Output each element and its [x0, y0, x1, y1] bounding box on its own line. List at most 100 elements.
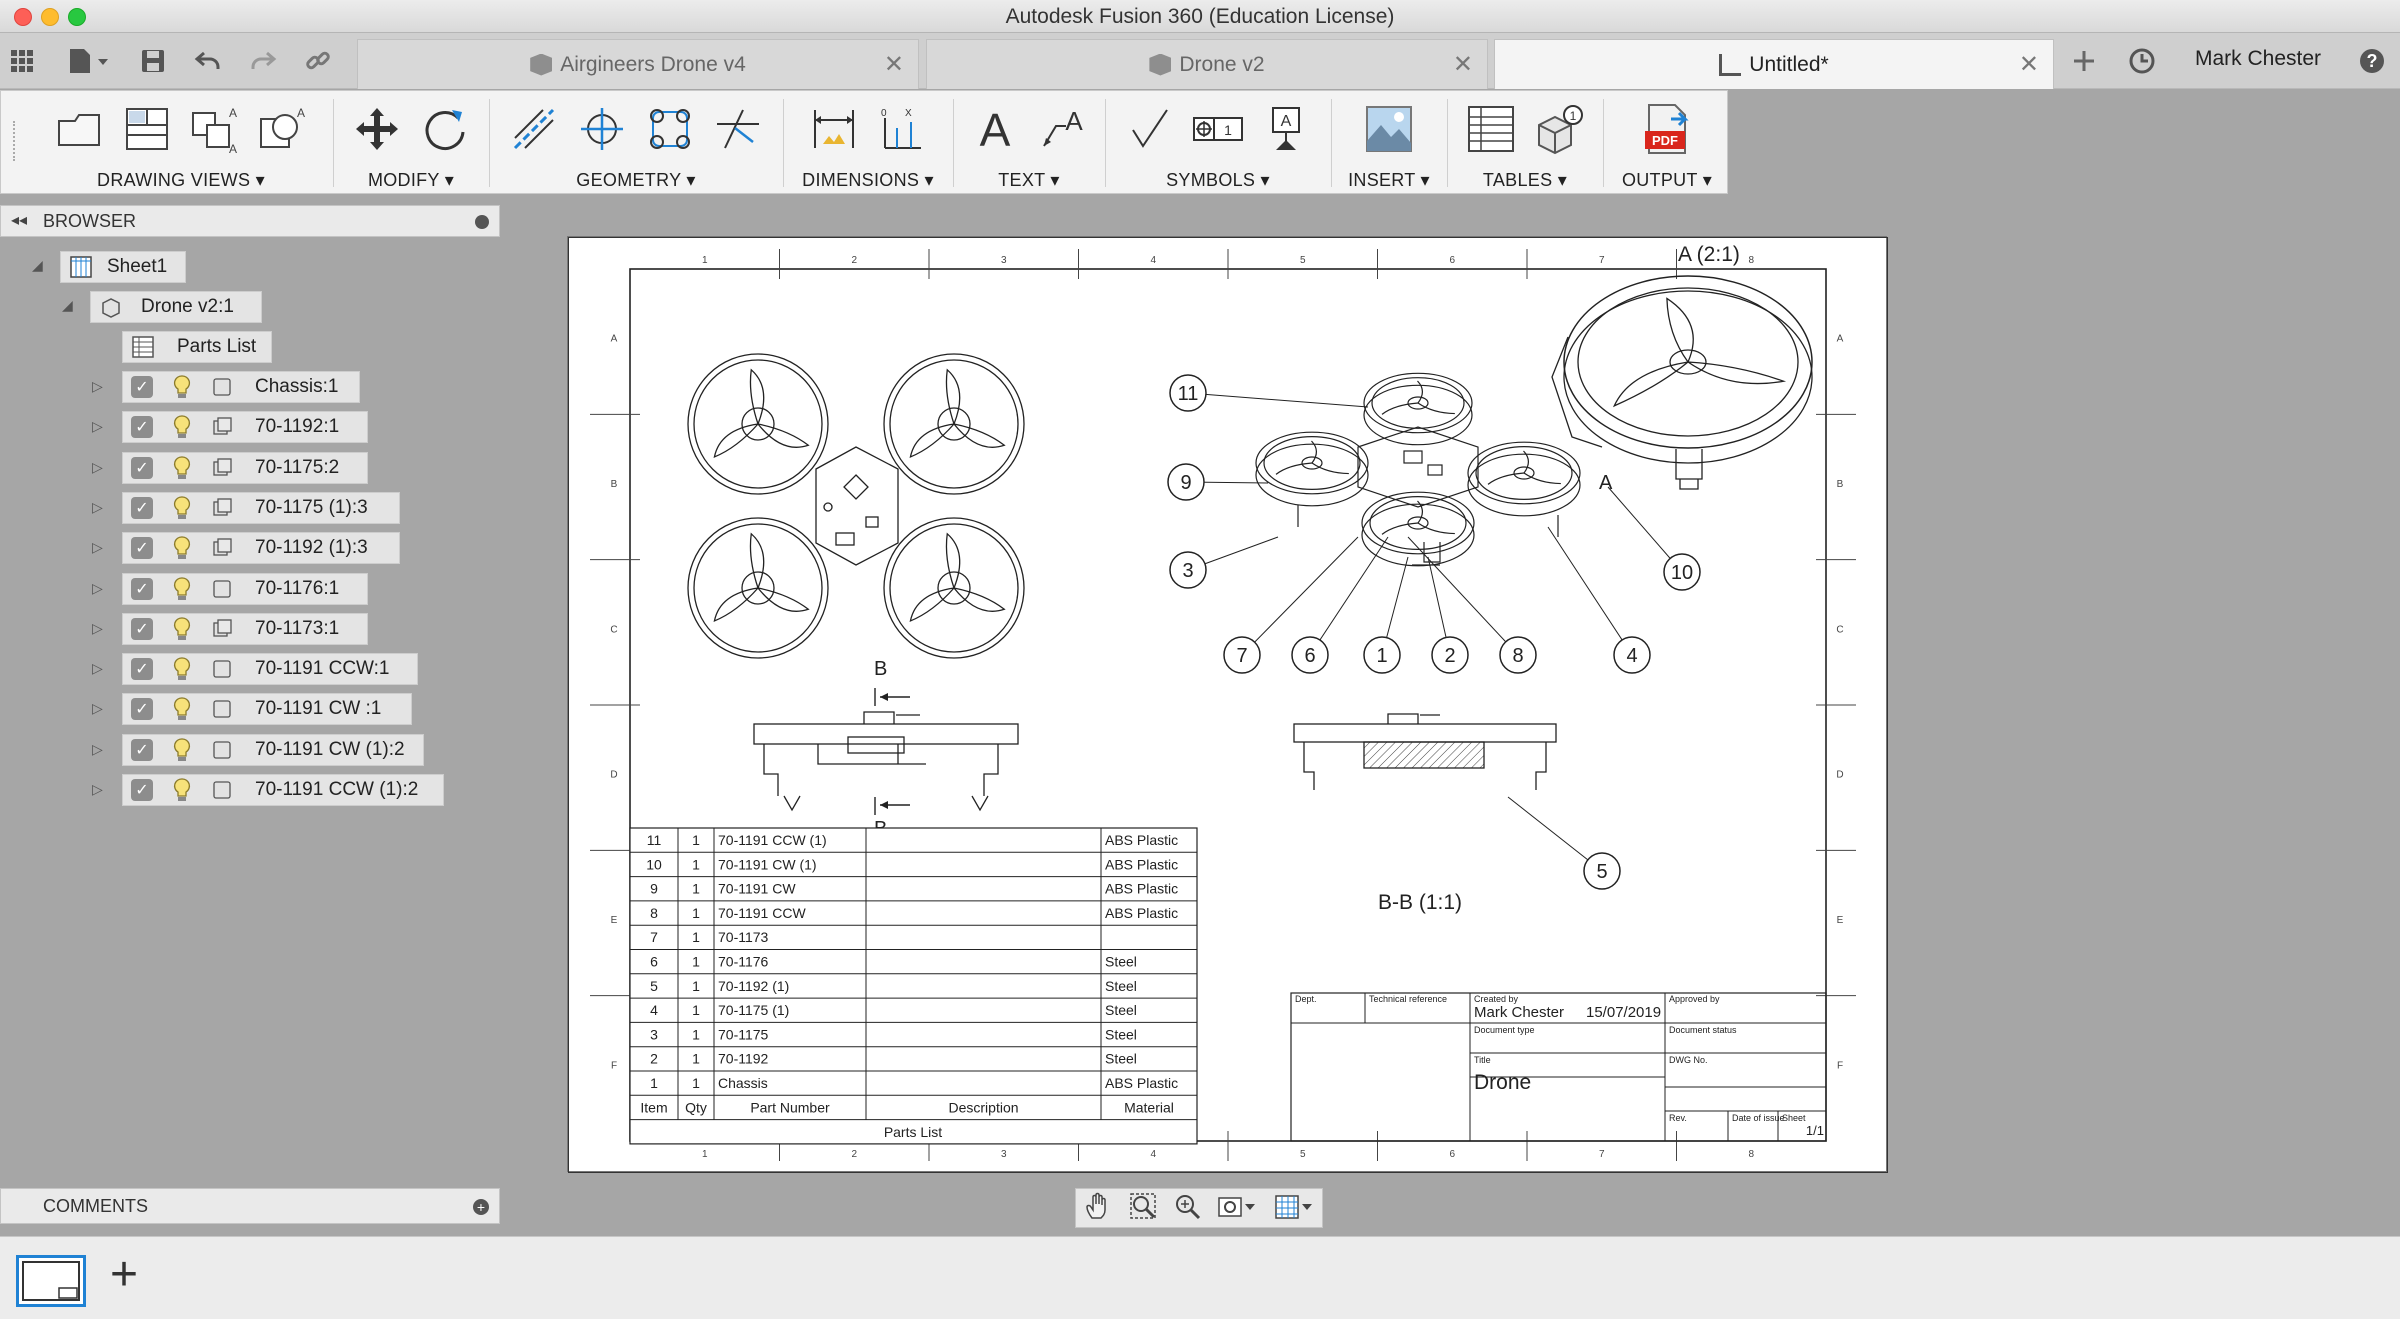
output-menu[interactable]: OUTPUT ▾ [1605, 170, 1729, 191]
browser-pin-icon[interactable] [475, 215, 489, 229]
visibility-checkbox-icon[interactable]: ✓ [131, 779, 153, 801]
expand-toggle-icon[interactable]: ▷ [92, 459, 103, 476]
section-view-icon[interactable]: AA [187, 101, 243, 157]
expand-toggle-icon[interactable]: ▷ [92, 660, 103, 677]
component-node[interactable]: ✓ 70-1173:1 [122, 612, 368, 645]
grid-settings-icon[interactable] [1274, 1192, 1314, 1225]
user-account[interactable]: Mark Chester [2195, 47, 2321, 71]
lightbulb-icon[interactable] [171, 656, 193, 682]
parts-list-node[interactable]: Parts List [122, 331, 272, 363]
redo-icon[interactable] [245, 43, 281, 79]
undo-icon[interactable] [190, 43, 226, 79]
lightbulb-icon[interactable] [171, 696, 193, 722]
component-node[interactable]: ✓ Chassis:1 [122, 371, 360, 403]
collapse-browser-icon[interactable]: ◂◂ [11, 210, 27, 230]
close-tab-icon[interactable]: ✕ [2019, 50, 2039, 79]
visibility-checkbox-icon[interactable]: ✓ [131, 376, 153, 398]
modify-menu[interactable]: MODIFY ▾ [335, 170, 487, 191]
job-status-icon[interactable] [2124, 43, 2160, 79]
zoom-window-icon[interactable] [1129, 1192, 1157, 1225]
close-tab-icon[interactable]: ✕ [884, 50, 904, 79]
visibility-checkbox-icon[interactable]: ✓ [131, 537, 153, 560]
rotate-icon[interactable] [417, 101, 473, 157]
lightbulb-icon[interactable] [171, 455, 193, 481]
add-sheet-icon[interactable]: + [110, 1249, 138, 1301]
lightbulb-icon[interactable] [171, 777, 193, 803]
lightbulb-icon[interactable] [171, 616, 193, 642]
tables-menu[interactable]: TABLES ▾ [1449, 170, 1601, 191]
component-node[interactable]: ✓ 70-1175:2 [122, 451, 368, 484]
drawing-view-node[interactable]: Drone v2:1 [90, 291, 262, 323]
expand-toggle-icon[interactable]: ▷ [92, 741, 103, 758]
visibility-checkbox-icon[interactable]: ✓ [131, 738, 153, 761]
expand-toggle-icon[interactable]: ▷ [92, 700, 103, 717]
drawing-views-menu[interactable]: DRAWING VIEWS ▾ [31, 170, 331, 191]
sheet-thumbnail[interactable] [16, 1255, 86, 1307]
parts-list-table[interactable]: 11 1 70-1191 CCW (1) ABS Plastic10 1 70-1191 … [629, 827, 1198, 1145]
add-comment-icon[interactable]: + [473, 1199, 489, 1215]
expand-toggle-icon[interactable]: ◢ [62, 297, 73, 314]
datum-identifier-icon[interactable]: A [1258, 101, 1314, 157]
drawing-sheet[interactable]: 1122334455667788AABBCCDDEEFF B B-B (1:1)… [567, 236, 1888, 1173]
centerline-icon[interactable] [506, 101, 562, 157]
base-view-icon[interactable] [51, 101, 107, 157]
feature-control-frame-icon[interactable]: 1 [1190, 101, 1246, 157]
expand-toggle-icon[interactable]: ▷ [92, 539, 103, 556]
link-icon[interactable] [300, 43, 336, 79]
component-node[interactable]: ✓ 70-1176:1 [122, 572, 368, 605]
lightbulb-icon[interactable] [171, 414, 193, 440]
table-icon[interactable] [1463, 101, 1519, 157]
expand-toggle-icon[interactable]: ▷ [92, 620, 103, 637]
comments-panel-header[interactable]: COMMENTS + [0, 1188, 500, 1224]
edge-extension-icon[interactable] [710, 101, 766, 157]
component-node[interactable]: ✓ 70-1191 CCW:1 [122, 653, 418, 686]
component-node[interactable]: ✓ 70-1191 CW :1 [122, 693, 412, 726]
lightbulb-icon[interactable] [171, 535, 193, 561]
dimensions-menu[interactable]: DIMENSIONS ▾ [785, 170, 951, 191]
tab-untitled[interactable]: Untitled* ✕ [1494, 39, 2054, 89]
visibility-checkbox-icon[interactable]: ✓ [131, 456, 153, 479]
component-node[interactable]: ✓ 70-1191 CCW (1):2 [122, 774, 444, 806]
text-menu[interactable]: TEXT ▾ [955, 170, 1103, 191]
app-grid-icon[interactable] [4, 43, 40, 79]
visibility-checkbox-icon[interactable]: ✓ [131, 617, 153, 640]
center-mark-icon[interactable] [574, 101, 630, 157]
lightbulb-icon[interactable] [171, 374, 193, 400]
ribbon-grip[interactable] [13, 121, 16, 161]
component-node[interactable]: ✓ 70-1192:1 [122, 411, 368, 444]
close-tab-icon[interactable]: ✕ [1453, 50, 1473, 79]
text-icon[interactable]: A [967, 101, 1023, 157]
insert-menu[interactable]: INSERT ▾ [1333, 170, 1445, 191]
insert-image-icon[interactable] [1361, 101, 1417, 157]
parts-list-balloon-icon[interactable]: 1 [1531, 101, 1587, 157]
geometry-menu[interactable]: GEOMETRY ▾ [491, 170, 781, 191]
expand-toggle-icon[interactable]: ▷ [92, 580, 103, 597]
display-settings-icon[interactable] [1217, 1192, 1257, 1225]
component-node[interactable]: ✓ 70-1192 (1):3 [122, 532, 400, 565]
tab-airgineers-drone[interactable]: Airgineers Drone v4 ✕ [357, 39, 919, 89]
pan-icon[interactable] [1084, 1192, 1112, 1225]
expand-toggle-icon[interactable]: ▷ [92, 499, 103, 516]
move-icon[interactable] [349, 101, 405, 157]
surface-texture-icon[interactable] [1122, 101, 1178, 157]
lightbulb-icon[interactable] [171, 576, 193, 602]
browser-header[interactable]: ◂◂ BROWSER [0, 205, 500, 237]
expand-toggle-icon[interactable]: ▷ [92, 378, 103, 395]
center-mark-pattern-icon[interactable] [642, 101, 698, 157]
lightbulb-icon[interactable] [171, 495, 193, 521]
visibility-checkbox-icon[interactable]: ✓ [131, 416, 153, 439]
visibility-checkbox-icon[interactable]: ✓ [131, 658, 153, 681]
tab-drone-v2[interactable]: Drone v2 ✕ [926, 39, 1488, 89]
leader-text-icon[interactable]: A [1035, 101, 1091, 157]
file-menu-icon[interactable] [60, 43, 116, 79]
dimension-icon[interactable] [806, 101, 862, 157]
expand-toggle-icon[interactable]: ▷ [92, 781, 103, 798]
lightbulb-icon[interactable] [171, 737, 193, 763]
symbols-menu[interactable]: SYMBOLS ▾ [1107, 170, 1329, 191]
expand-toggle-icon[interactable]: ◢ [32, 257, 43, 274]
zoom-icon[interactable] [1173, 1192, 1201, 1225]
ordinate-dimension-icon[interactable]: 0X [874, 101, 930, 157]
title-block[interactable]: Dept. Technical reference Created by Mar… [1290, 992, 1827, 1142]
help-icon[interactable]: ? [2354, 43, 2390, 79]
component-node[interactable]: ✓ 70-1191 CW (1):2 [122, 733, 424, 766]
